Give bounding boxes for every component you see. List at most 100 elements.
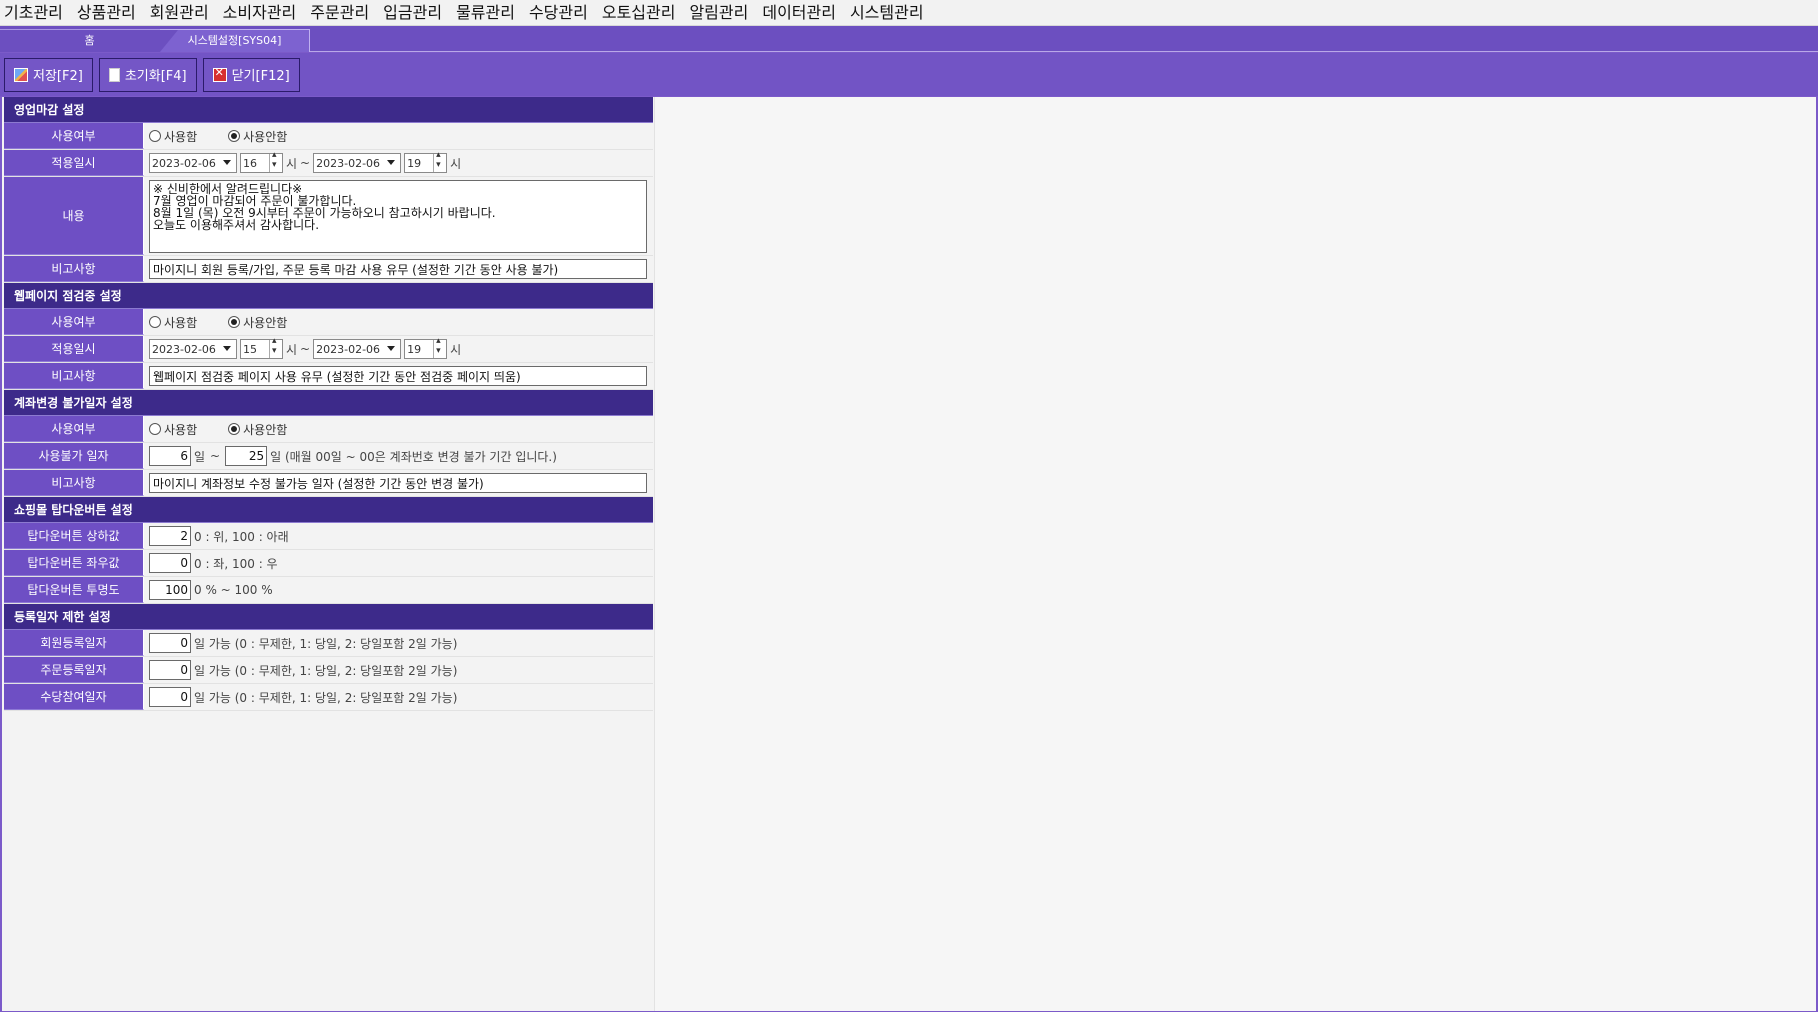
section-business-close-title: 영업마감 설정 [4,97,653,123]
radio-on-icon [228,316,241,328]
section-account-change-title: 계좌변경 불가일자 설정 [4,390,653,416]
field-label: 사용여부 [4,309,144,335]
field-label: 적용일시 [4,336,144,362]
field-label: 탑다운버튼 좌우값 [4,550,144,576]
business-close-start-hour[interactable]: 16 [240,150,283,173]
maintenance-nouse-radio[interactable]: 사용안함 [228,314,287,331]
main-menu-bar: 기초관리 상품관리 회원관리 소비자관리 주문관리 입금관리 물류관리 수당관리… [0,0,1818,26]
business-close-nouse-radio[interactable]: 사용안함 [228,128,287,145]
spinner-icon[interactable] [433,150,446,172]
dropdown-arrow-icon [387,346,396,351]
field-label: 주문등록일자 [4,657,144,683]
spinner-icon[interactable] [433,336,446,358]
business-close-end-hour[interactable]: 19 [404,150,448,173]
account-change-note-row: 비고사항 마이지니 계좌정보 수정 불가능 일자 (설정한 기간 동안 변경 불… [4,470,653,497]
menu-product[interactable]: 상품관리 [71,0,144,26]
close-button[interactable]: 닫기[F12] [202,57,300,92]
reg-limit-bonus-input[interactable]: 0 [149,687,191,707]
topdown-horizontal-input[interactable]: 0 [149,553,191,573]
close-icon [212,66,227,82]
business-close-use-radio[interactable]: 사용함 [149,128,197,145]
close-button-label: 닫기[F12] [231,69,290,84]
reg-limit-order-row: 주문등록일자 0 일 가능 (0 : 무제한, 1: 당일, 2: 당일포함 2… [4,657,653,684]
maintenance-note-input[interactable]: 웹페이지 점검중 페이지 사용 유무 (설정한 기간 동안 점검중 페이지 띄움… [149,366,647,386]
account-change-days-row: 사용불가 일자 6 일 ~ 25 일 (매월 00일 ~ 00은 계좌번호 변경… [4,443,653,470]
menu-notification[interactable]: 알림관리 [683,0,756,26]
menu-autoship[interactable]: 오토십관리 [596,0,684,26]
radio-on-icon [228,130,241,142]
toolbar: 저장[F2] 초기화[F4] 닫기[F12] [0,53,1818,96]
business-close-use-row: 사용여부 사용함 사용안함 [4,123,653,150]
account-change-use-radio[interactable]: 사용함 [149,421,197,438]
menu-data[interactable]: 데이터관리 [756,0,844,26]
reset-button[interactable]: 초기화[F4] [98,57,197,92]
maintenance-period-row: 적용일시 2023-02-06 15 시 ~ 2023-02-06 19 시 [4,336,653,363]
reg-limit-member-row: 회원등록일자 0 일 가능 (0 : 무제한, 1: 당일, 2: 당일포함 2… [4,630,653,657]
reset-button-label: 초기화[F4] [124,69,187,84]
account-change-nouse-radio[interactable]: 사용안함 [228,421,287,438]
maintenance-start-date[interactable]: 2023-02-06 [149,339,237,359]
business-close-end-date[interactable]: 2023-02-06 [313,153,402,173]
reg-limit-member-input[interactable]: 0 [149,633,191,653]
menu-system[interactable]: 시스템관리 [844,0,932,26]
maintenance-end-hour[interactable]: 19 [404,336,448,359]
menu-logistics[interactable]: 물류관리 [450,0,523,26]
tab-system-settings[interactable]: 시스템설정[SYS04] [160,29,310,52]
field-label: 수당참여일자 [4,684,144,710]
topdown-vertical-input[interactable]: 2 [149,526,191,546]
dropdown-arrow-icon [223,346,231,351]
field-label: 비고사항 [4,470,144,496]
menu-consumer[interactable]: 소비자관리 [217,0,305,26]
topdown-horizontal-row: 탑다운버튼 좌우값 0 0 : 좌, 100 : 우 [4,550,653,577]
tab-strip: 홈 시스템설정[SYS04] [0,26,1818,52]
spinner-icon[interactable] [269,336,282,358]
business-close-note-row: 비고사항 마이지니 회원 등록/가입, 주문 등록 마감 사용 유무 (설정한 … [4,256,653,283]
field-label: 탑다운버튼 투명도 [4,577,144,603]
spinner-icon[interactable] [269,150,282,172]
radio-on-icon [228,423,241,435]
account-change-to-day-input[interactable]: 25 [225,446,268,466]
topdown-vertical-row: 탑다운버튼 상하값 2 0 : 위, 100 : 아래 [4,523,653,550]
topdown-opacity-input[interactable]: 100 [149,580,191,600]
field-label: 회원등록일자 [4,630,144,656]
radio-off-icon [149,316,161,328]
document-icon [108,67,120,82]
maintenance-start-hour[interactable]: 15 [240,336,283,359]
maintenance-note-row: 비고사항 웹페이지 점검중 페이지 사용 유무 (설정한 기간 동안 점검중 페… [4,363,653,390]
settings-panel: 영업마감 설정 사용여부 사용함 사용안함 적용일시 2023-02-06 16… [4,97,653,711]
business-close-content-textarea[interactable]: ※ 신비한에서 알려드립니다※ 7월 영업이 마감되어 주문이 불가합니다. 8… [149,179,647,253]
field-label: 사용불가 일자 [4,443,144,469]
reg-limit-bonus-row: 수당참여일자 0 일 가능 (0 : 무제한, 1: 당일, 2: 당일포함 2… [4,684,653,711]
account-change-use-row: 사용여부 사용함 사용안함 [4,416,653,443]
maintenance-use-radio[interactable]: 사용함 [149,314,197,331]
save-button[interactable]: 저장[F2] [4,57,93,92]
maintenance-end-date[interactable]: 2023-02-06 [313,339,402,359]
section-maintenance-title: 웹페이지 점검중 설정 [4,283,653,309]
menu-basic[interactable]: 기초관리 [0,0,71,26]
menu-member[interactable]: 회원관리 [144,0,217,26]
radio-off-icon [149,130,161,142]
account-change-from-day-input[interactable]: 6 [149,446,191,466]
content-area: 영업마감 설정 사용여부 사용함 사용안함 적용일시 2023-02-06 16… [2,97,1816,1011]
save-icon [14,67,28,82]
right-empty-pane [654,97,1816,1011]
menu-bonus[interactable]: 수당관리 [523,0,596,26]
tab-home[interactable]: 홈 [0,29,180,52]
dropdown-arrow-icon [223,160,231,165]
account-change-note-input[interactable]: 마이지니 계좌정보 수정 불가능 일자 (설정한 기간 동안 변경 불가) [149,473,647,493]
business-close-content-row: 내용 ※ 신비한에서 알려드립니다※ 7월 영업이 마감되어 주문이 불가합니다… [4,177,653,256]
field-label: 적용일시 [4,150,144,176]
menu-deposit[interactable]: 입금관리 [377,0,450,26]
field-label: 사용여부 [4,123,144,149]
business-close-start-date[interactable]: 2023-02-06 [149,153,237,173]
maintenance-use-row: 사용여부 사용함 사용안함 [4,309,653,336]
field-label: 탑다운버튼 상하값 [4,523,144,549]
business-close-period-row: 적용일시 2023-02-06 16 시 ~ 2023-02-06 19 시 [4,150,653,177]
section-topdown-title: 쇼핑몰 탑다운버튼 설정 [4,497,653,523]
business-close-note-input[interactable]: 마이지니 회원 등록/가입, 주문 등록 마감 사용 유무 (설정한 기간 동안… [149,259,647,279]
menu-order[interactable]: 주문관리 [304,0,377,26]
save-button-label: 저장[F2] [33,69,83,84]
field-label: 비고사항 [4,256,144,282]
field-label: 사용여부 [4,416,144,442]
reg-limit-order-input[interactable]: 0 [149,660,191,680]
